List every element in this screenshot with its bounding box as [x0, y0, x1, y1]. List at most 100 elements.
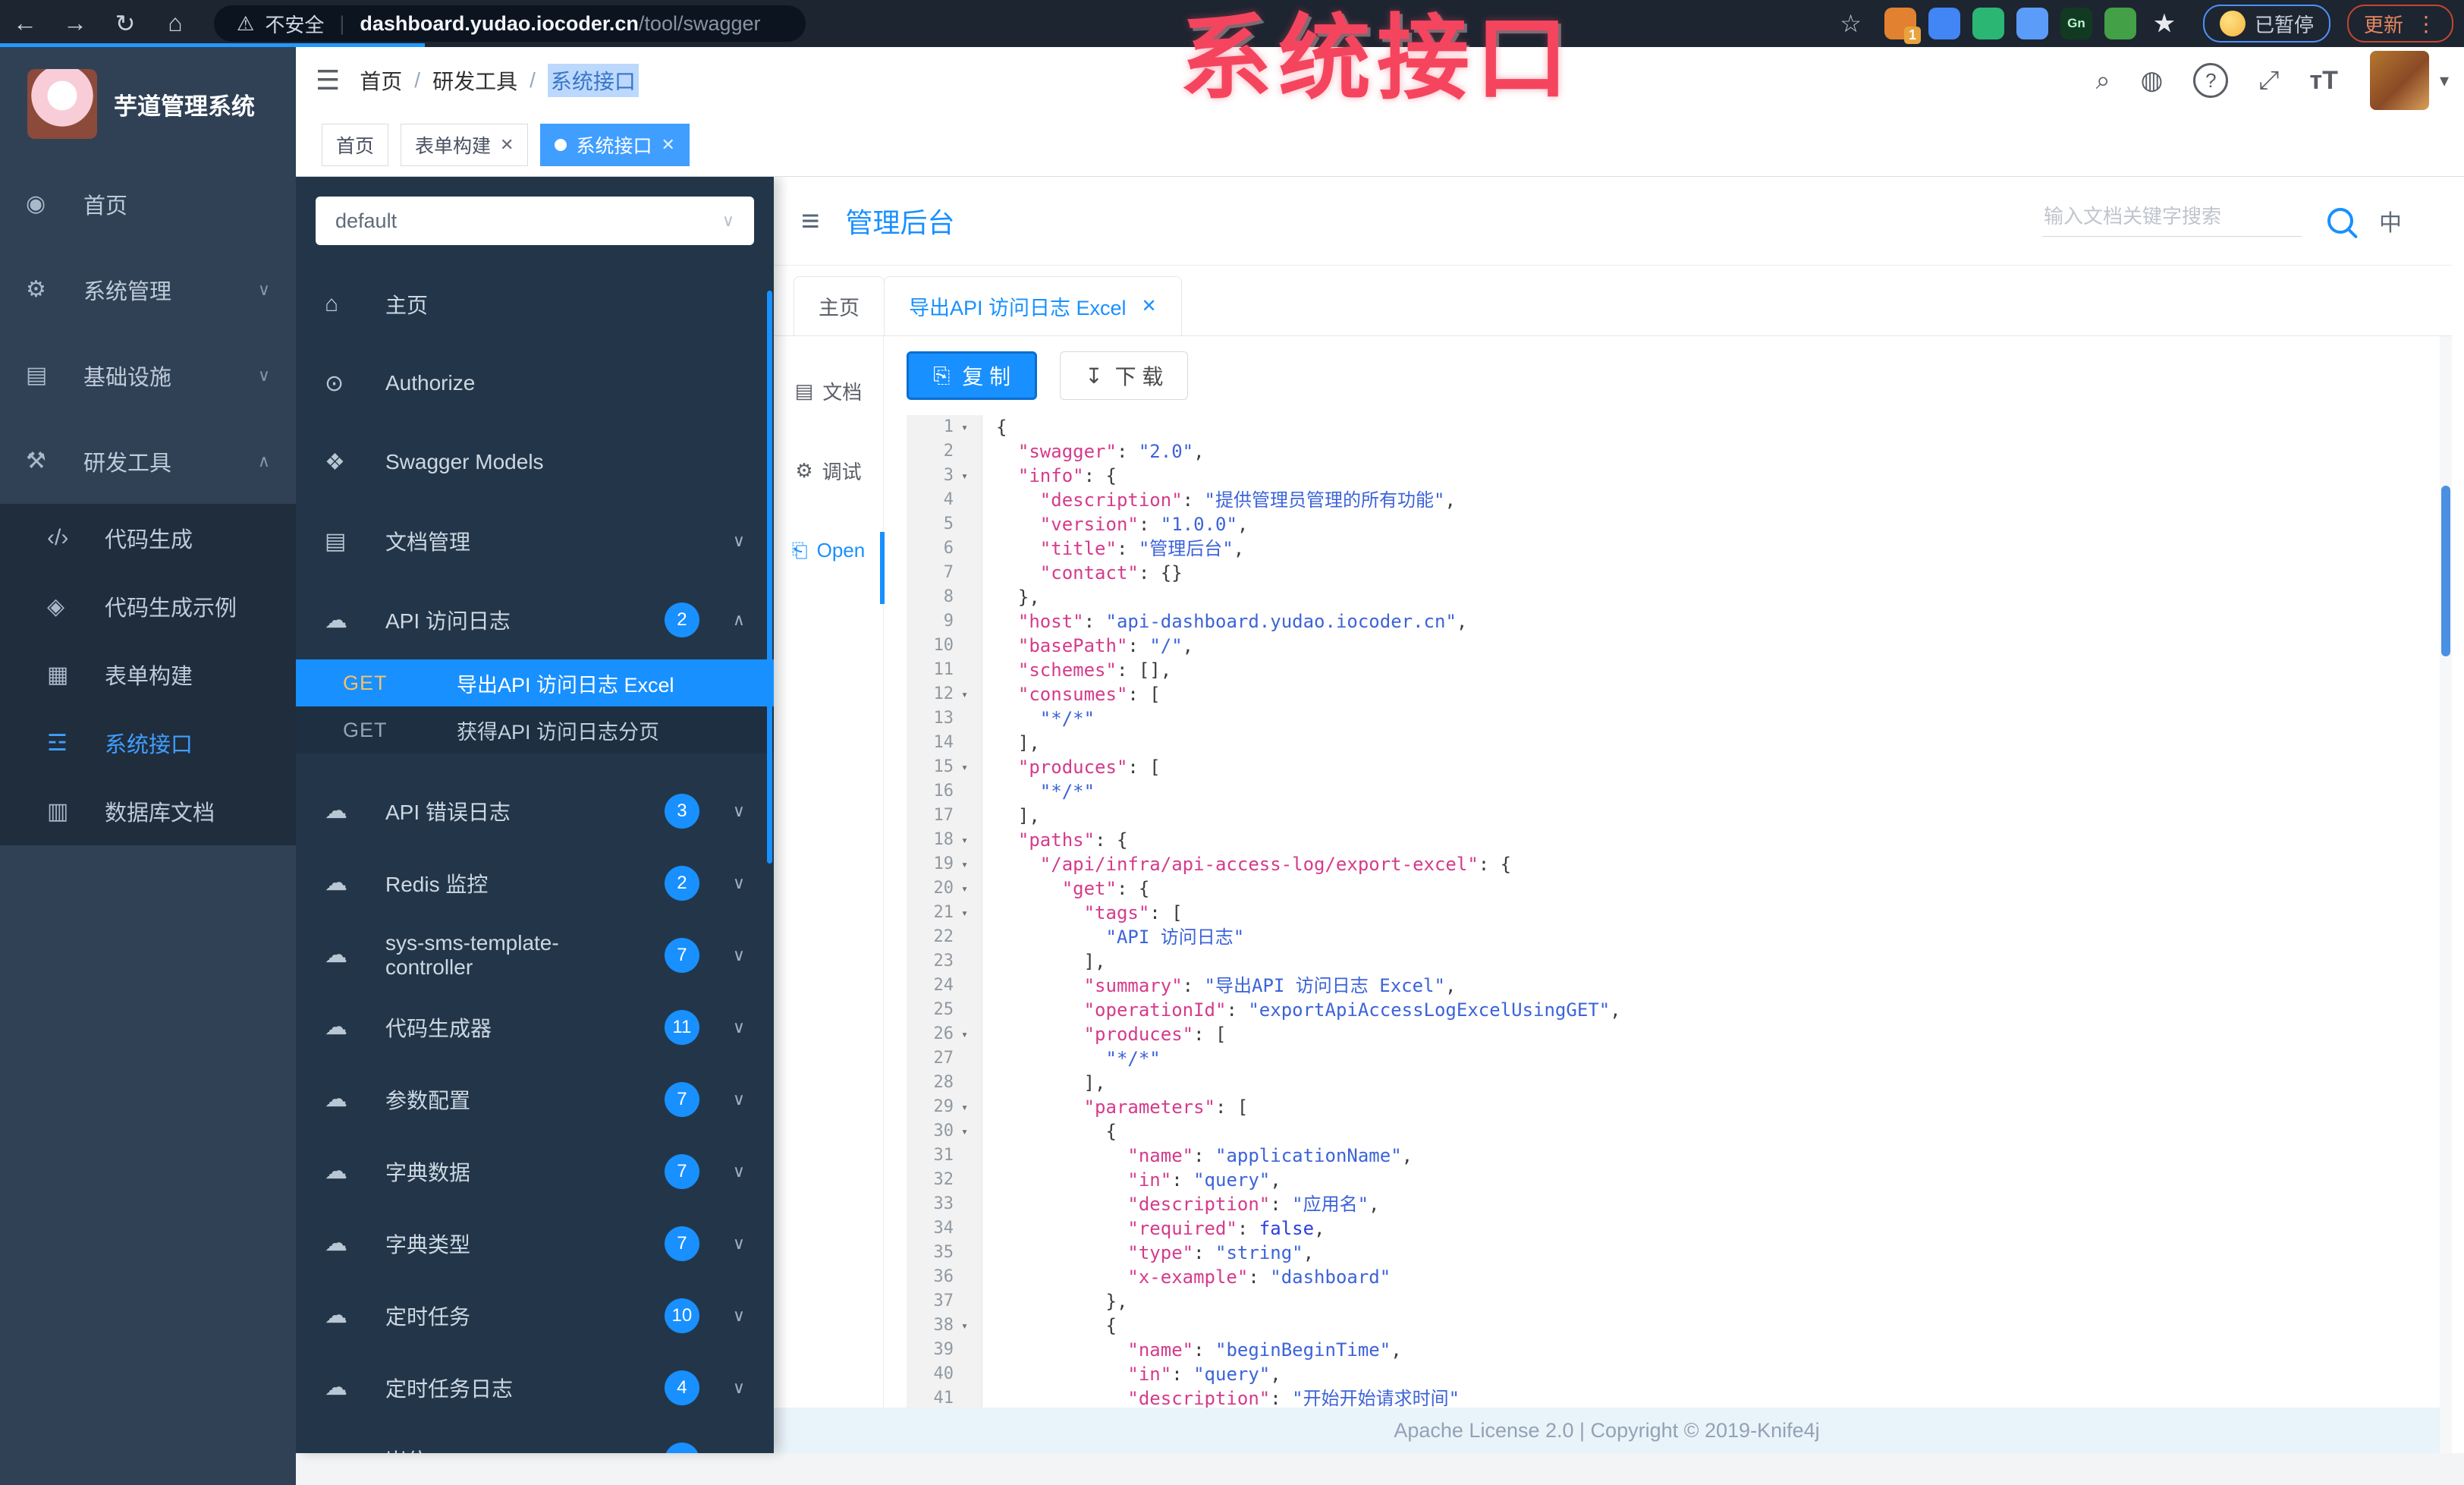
fold-toggle-icon[interactable]: ▾ [961, 1095, 982, 1119]
code-line: 24 "summary": "导出API 访问日志 Excel", [907, 974, 2440, 998]
sidebar-item[interactable]: ▥ 数据库文档 [0, 777, 296, 845]
api-group-item[interactable]: ☁ 定时任务日志 4 ∨ [296, 1351, 774, 1424]
code-editor[interactable]: 1 ▾{2 "swagger": "2.0", 3 ▾ "info": {4 "des… [907, 415, 2440, 1453]
sidebar-item[interactable]: ▤ 基础设施 ∨ [0, 332, 296, 418]
sidebar-item[interactable]: ▦ 表单构建 [0, 640, 296, 709]
close-icon[interactable]: ✕ [500, 135, 514, 155]
fold-toggle-icon[interactable]: ▾ [961, 828, 982, 852]
api-menu-item[interactable]: ☁ API 访问日志 2 ∧ [296, 580, 774, 659]
api-group-label: 定时任务日志 [385, 1376, 514, 1401]
ext-blue-grid[interactable] [2016, 8, 2048, 39]
ext-green-leaf[interactable] [2104, 8, 2136, 39]
reload-icon[interactable]: ↻ [100, 9, 150, 38]
api-group-item[interactable]: ☁ Redis 监控 2 ∨ [296, 847, 774, 919]
ext-gn-green[interactable]: Gn [2060, 8, 2092, 39]
line-number: 37 [907, 1289, 961, 1314]
fold-toggle-icon[interactable]: ▾ [961, 415, 982, 439]
subnav-文档[interactable]: ▤ 文档 [774, 351, 883, 431]
url-host: dashboard.yudao.iocoder.cn [360, 11, 639, 35]
font-size-icon[interactable]: ᴛT [2310, 66, 2338, 96]
api-operation[interactable]: GET 获得API 访问日志分页 [296, 706, 774, 754]
api-menu-item[interactable]: ⊙ Authorize [296, 344, 774, 423]
paused-pill[interactable]: 已暂停 [2202, 5, 2330, 42]
close-icon[interactable]: ✕ [661, 135, 674, 155]
breadcrumb-item[interactable]: 首页 [360, 65, 402, 96]
line-number: 1 [907, 415, 961, 439]
hamburger-icon[interactable]: ☰ [296, 64, 360, 96]
api-menu-item[interactable]: ❖ Swagger Models [296, 423, 774, 502]
tab-tag[interactable]: 首页 [322, 124, 389, 166]
ext-pin-blue[interactable] [1928, 8, 1960, 39]
forward-icon[interactable]: → [50, 9, 100, 38]
copy-button[interactable]: ⎘ 复 制 [907, 351, 1038, 400]
api-group-item[interactable]: ☁ 字典类型 7 ∨ [296, 1207, 774, 1279]
chevron-down-icon[interactable]: ▾ [2440, 70, 2449, 92]
scrollbar-thumb[interactable] [2441, 486, 2450, 656]
line-number: 16 [907, 779, 961, 804]
fold-toggle-icon [961, 706, 982, 731]
menu-icon: ⚙ [26, 277, 46, 302]
doc-search-icon[interactable] [2327, 208, 2353, 234]
active-indicator [880, 532, 885, 604]
language-icon[interactable]: 中 [2379, 204, 2402, 238]
api-operation-active[interactable]: GET 导出API 访问日志 Excel [296, 659, 774, 706]
fold-toggle-icon[interactable]: ▾ [961, 1314, 982, 1338]
fold-toggle-icon[interactable]: ▾ [961, 682, 982, 706]
fold-toggle-icon[interactable]: ▾ [961, 1119, 982, 1144]
help-icon[interactable]: ? [2193, 63, 2229, 98]
code-line: 1 ▾ { [907, 415, 2440, 439]
fold-toggle-icon[interactable]: ▾ [961, 464, 982, 488]
chevron-down-icon: ∨ [732, 1017, 745, 1037]
fold-toggle-icon[interactable]: ▾ [961, 876, 982, 901]
sidebar-item[interactable]: ◉ 首页 [0, 161, 296, 247]
sidebar-item[interactable]: ⚙ 系统管理 ∨ [0, 247, 296, 332]
panel-scrollbar[interactable] [767, 291, 772, 864]
address-bar[interactable]: ⚠ 不安全 | dashboard.yudao.iocoder.cn/tool/… [214, 5, 806, 42]
subnav-open[interactable]: ⎗ Open [774, 511, 883, 590]
back-icon[interactable]: ← [0, 9, 50, 38]
sidebar-item-active[interactable]: ☲ 系统接口 [0, 709, 296, 777]
doc-search-input[interactable] [2042, 205, 2302, 237]
ext-orange[interactable]: 1 [1884, 8, 1921, 44]
fold-toggle-icon[interactable]: ▾ [961, 901, 982, 925]
sidebar-item[interactable]: ⚒ 研发工具 ∧ [0, 418, 296, 504]
api-menu-item[interactable]: ▤ 文档管理 ∨ [296, 502, 774, 580]
doc-tab-active[interactable]: 导出API 访问日志 Excel ✕ [884, 276, 1182, 335]
api-group-item[interactable]: ☁ API 错误日志 3 ∨ [296, 775, 774, 847]
fold-toggle-icon[interactable]: ▾ [961, 852, 982, 876]
download-button[interactable]: ↧ 下 载 [1060, 351, 1189, 400]
bookmark-star-icon[interactable]: ☆ [1840, 9, 1862, 38]
line-number: 7 [907, 561, 961, 585]
subnav-调试[interactable]: ⚙ 调试 [774, 431, 883, 511]
api-group-item[interactable]: ☁ 岗位 ∨ [296, 1424, 774, 1453]
sidebar-item[interactable]: ◈ 代码生成示例 [0, 572, 296, 640]
user-avatar[interactable] [2369, 51, 2429, 110]
home-icon[interactable]: ⌂ [150, 9, 200, 38]
fullscreen-icon[interactable]: ⤢ [2258, 66, 2279, 96]
api-group-item[interactable]: ☁ 定时任务 10 ∨ [296, 1279, 774, 1351]
doc-tab[interactable]: 主页 [794, 276, 885, 335]
api-group-item[interactable]: ☁ sys-sms-template-controller 7 ∨ [296, 919, 774, 991]
sidebar-item[interactable]: ‹/› 代码生成 [0, 504, 296, 572]
ext-green-shield[interactable] [1972, 8, 2004, 39]
breadcrumb-item[interactable]: 系统接口 [547, 64, 639, 97]
breadcrumb-item[interactable]: 研发工具 [432, 65, 517, 96]
search-icon[interactable]: ⌕ [2096, 66, 2110, 96]
chevron-down-icon: ∨ [732, 1089, 745, 1109]
group-select[interactable]: default ∨ [316, 197, 754, 245]
update-button[interactable]: 更新 ⋮ [2346, 5, 2453, 42]
api-group-item[interactable]: ☁ 代码生成器 11 ∨ [296, 991, 774, 1063]
cloud-icon: ☁ [325, 870, 347, 895]
api-menu-item[interactable]: ⌂ 主页 [296, 265, 774, 344]
collapse-sidebar-icon[interactable]: ≡ [801, 203, 820, 239]
api-group-item[interactable]: ☁ 字典数据 7 ∨ [296, 1135, 774, 1207]
tab-tag-active[interactable]: 系统接口 ✕ [540, 124, 690, 166]
ext-white-star[interactable]: ★ [2148, 8, 2180, 39]
tab-tag[interactable]: 表单构建 ✕ [401, 124, 529, 166]
browser-menu-icon[interactable]: ⋮ [2415, 11, 2437, 36]
fold-toggle-icon[interactable]: ▾ [961, 1022, 982, 1046]
fold-toggle-icon[interactable]: ▾ [961, 755, 982, 779]
api-group-item[interactable]: ☁ 参数配置 7 ∨ [296, 1063, 774, 1135]
close-icon[interactable]: ✕ [1142, 295, 1157, 317]
github-icon[interactable]: ◍ [2141, 65, 2164, 96]
